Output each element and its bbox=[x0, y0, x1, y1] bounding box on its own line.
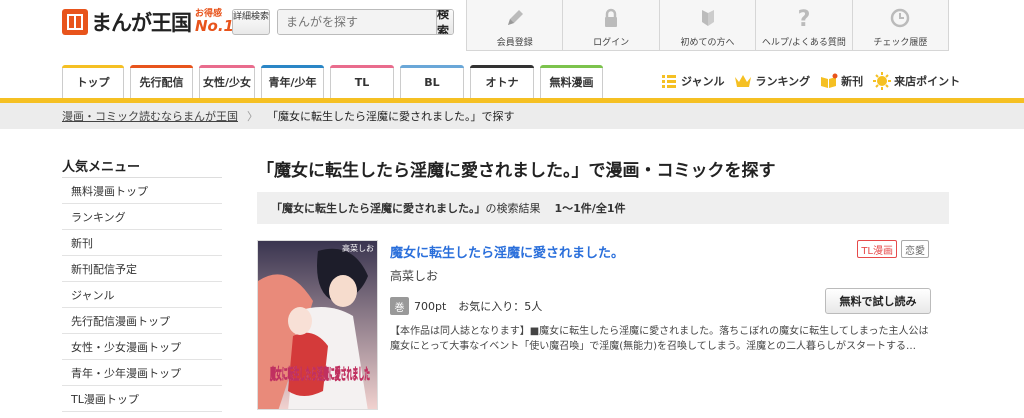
sidebar-item-genre[interactable]: ジャンル bbox=[62, 282, 222, 308]
result-query: 「魔女に転生したら淫魔に愛されました。」 bbox=[271, 202, 486, 215]
pencil-icon bbox=[503, 6, 527, 30]
quick-link-genre[interactable]: ジャンル bbox=[660, 72, 724, 90]
item-title-link[interactable]: 魔女に転生したら淫魔に愛されました。 bbox=[390, 242, 624, 261]
volume-badge: 巻 bbox=[390, 297, 409, 315]
main-content: 「魔女に転生したら淫魔に愛されました。」で漫画・コミックを探す 「魔女に転生した… bbox=[257, 152, 949, 418]
search-input[interactable] bbox=[278, 10, 436, 34]
crown-icon bbox=[734, 72, 752, 90]
tag-romance[interactable]: 恋愛 bbox=[901, 240, 929, 258]
item-description: 【本作品は同人誌となります】■魔女に転生したら淫魔に愛されました。落ちこぼれの魔… bbox=[390, 326, 929, 352]
detail-search-button[interactable]: 詳細検索 bbox=[232, 9, 270, 35]
category-tabs: トップ 先行配信 女性/少女 青年/少年 TL BL オトナ 無料漫画 bbox=[62, 65, 609, 99]
list-item: 高菜しお 魔女に転生したら淫魔に愛されました 魔女に転生したら淫魔に愛されました… bbox=[257, 240, 949, 418]
beginner-mark-icon bbox=[696, 6, 720, 30]
item-meta: 巻 700pt お気に入り：5人 bbox=[390, 297, 542, 315]
search-result-bar: 「魔女に転生したら淫魔に愛されました。」 の検索結果 1〜1件/全1件 bbox=[257, 192, 949, 224]
sidebar-item-female-top[interactable]: 女性・少女漫画トップ bbox=[62, 334, 222, 360]
sidebar-item-young-top[interactable]: 青年・少年漫画トップ bbox=[62, 360, 222, 386]
page-title: 「魔女に転生したら淫魔に愛されました。」で漫画・コミックを探す bbox=[257, 161, 776, 181]
breadcrumb-current: 「魔女に転生したら淫魔に愛されました。」で探す bbox=[267, 110, 515, 123]
nav-login-label: ログイン bbox=[593, 38, 630, 48]
sun-icon bbox=[873, 72, 892, 90]
nav-beginner[interactable]: 初めての方へ bbox=[658, 0, 755, 50]
sidebar-item-advance-top[interactable]: 先行配信漫画トップ bbox=[62, 308, 222, 334]
top-nav: 会員登録 ログイン 初めての方へ ? ヘルプ/よくある質問 チェック履歴 bbox=[466, 0, 949, 51]
cover-title-text: 魔女に転生したら淫魔に愛されました bbox=[270, 365, 370, 383]
tab-tl[interactable]: TL bbox=[330, 65, 394, 98]
cover-author-text: 高菜しお bbox=[342, 243, 374, 253]
svg-text:?: ? bbox=[798, 7, 811, 29]
breadcrumb-separator: 〉 bbox=[247, 110, 258, 123]
sidebar: 人気メニュー 無料漫画トップ ランキング 新刊 新刊配信予定 ジャンル 先行配信… bbox=[62, 152, 222, 412]
nav-history-label: チェック履歴 bbox=[873, 38, 928, 48]
book-cover[interactable]: 高菜しお 魔女に転生したら淫魔に愛されました bbox=[257, 240, 378, 410]
quick-link-new[interactable]: 新刊 bbox=[820, 72, 863, 90]
tab-bl[interactable]: BL bbox=[400, 65, 464, 98]
sidebar-item-ranking[interactable]: ランキング bbox=[62, 204, 222, 230]
logo-text: まんが王国 bbox=[91, 11, 192, 35]
breadcrumb-home-link[interactable]: 漫画・コミック読むならまんが王国 bbox=[62, 108, 238, 124]
tab-young[interactable]: 青年/少年 bbox=[261, 65, 324, 98]
sidebar-title: 人気メニュー bbox=[62, 152, 222, 178]
item-price: 700pt bbox=[414, 299, 447, 313]
result-count: 1〜1件/全1件 bbox=[554, 202, 626, 215]
question-icon: ? bbox=[792, 6, 816, 30]
nav-history[interactable]: チェック履歴 bbox=[851, 0, 948, 50]
lock-icon bbox=[599, 6, 623, 30]
quick-link-ranking[interactable]: ランキング bbox=[734, 72, 810, 90]
quick-link-new-label: 新刊 bbox=[841, 75, 864, 88]
item-tags: TL漫画 恋愛 bbox=[853, 240, 929, 258]
nav-help[interactable]: ? ヘルプ/よくある質問 bbox=[755, 0, 851, 50]
new-book-icon bbox=[820, 72, 838, 90]
search-box: 検索 bbox=[277, 9, 454, 35]
search-button[interactable]: 検索 bbox=[436, 10, 453, 34]
tab-top[interactable]: トップ bbox=[62, 65, 124, 98]
quick-link-ranking-label: ランキング bbox=[755, 75, 811, 88]
tab-otona[interactable]: オトナ bbox=[470, 65, 534, 98]
nav-beginner-label: 初めての方へ bbox=[680, 38, 735, 48]
tag-tl-manga[interactable]: TL漫画 bbox=[857, 240, 897, 258]
site-header: まんが王国 お得感 No.1 詳細検索 検索 会員登録 ログイン 初めての方へ bbox=[0, 0, 1024, 62]
logo-badge-no1: No.1 bbox=[195, 17, 234, 35]
quick-link-visit-points[interactable]: 来店ポイント bbox=[873, 72, 960, 90]
quick-link-visit-points-label: 来店ポイント bbox=[894, 75, 961, 88]
free-trial-button[interactable]: 無料で試し読み bbox=[825, 288, 931, 314]
nav-help-label: ヘルプ/よくある質問 bbox=[761, 38, 846, 48]
nav-login[interactable]: ログイン bbox=[562, 0, 658, 50]
item-favorites: お気に入り：5人 bbox=[458, 300, 543, 313]
nav-register-label: 会員登録 bbox=[496, 38, 533, 48]
sidebar-item-free-top[interactable]: 無料漫画トップ bbox=[62, 178, 222, 204]
quick-links: ジャンル ランキング 新刊 来店ポイント bbox=[660, 70, 970, 92]
author-link[interactable]: 高菜しお bbox=[390, 267, 438, 284]
site-logo[interactable]: まんが王国 お得感 No.1 bbox=[62, 7, 234, 37]
list-icon bbox=[660, 72, 678, 90]
quick-link-genre-label: ジャンル bbox=[681, 75, 725, 88]
nav-register[interactable]: 会員登録 bbox=[467, 0, 562, 50]
tab-free[interactable]: 無料漫画 bbox=[540, 65, 603, 98]
sidebar-item-new-schedule[interactable]: 新刊配信予定 bbox=[62, 256, 222, 282]
tab-advance[interactable]: 先行配信 bbox=[130, 65, 193, 98]
tab-female[interactable]: 女性/少女 bbox=[199, 65, 255, 98]
sidebar-item-tl-top[interactable]: TL漫画トップ bbox=[62, 386, 222, 412]
result-suffix: の検索結果 bbox=[485, 202, 541, 215]
breadcrumb: 漫画・コミック読むならまんが王国 〉 「魔女に転生したら淫魔に愛されました。」で… bbox=[0, 103, 1024, 129]
logo-badge: お得感 No.1 bbox=[195, 10, 234, 34]
sidebar-item-new[interactable]: 新刊 bbox=[62, 230, 222, 256]
clock-icon bbox=[888, 6, 912, 30]
logo-mark-icon bbox=[62, 9, 88, 35]
